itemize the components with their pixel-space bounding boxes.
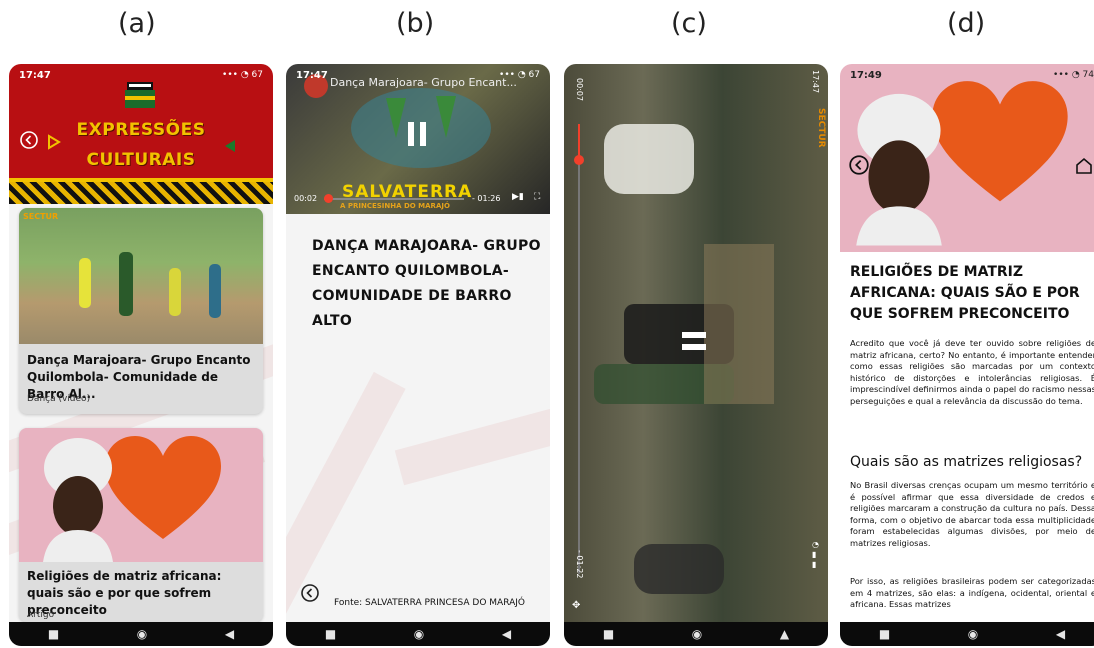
- status-icons: ••• ◔ 67: [222, 70, 263, 80]
- status-icons: ••• ◔ 74: [1053, 70, 1094, 80]
- poster-subtitle: A PRINCESINHA DO MARAJÓ: [340, 202, 450, 210]
- remaining-time: - 01:26: [472, 194, 501, 203]
- back-icon[interactable]: ▲: [780, 627, 789, 641]
- home-icon[interactable]: ◉: [137, 627, 147, 641]
- elapsed-time: 00:02: [294, 194, 318, 203]
- dance-thumbnail: SECTUR: [19, 208, 263, 344]
- article-heading: RELIGIÕES DE MATRIZ AFRICANA: QUAIS SÃO …: [850, 264, 1080, 322]
- green-triangle-right-icon: [225, 140, 235, 152]
- video-page-title: DANÇA MARAJOARA- GRUPO ENCANTO QUILOMBOL…: [312, 238, 541, 329]
- status-time: 17:47: [296, 69, 328, 81]
- home-icon[interactable]: [1074, 156, 1094, 176]
- fullscreen-video[interactable]: 00:07 - 01:22 ✥ 17:47 SECTUR ◔ ▮ ▮: [564, 64, 828, 622]
- recents-icon[interactable]: ■: [325, 627, 336, 641]
- phone-screen-b: Dança Marajoara- Grupo Encant... SALVATE…: [286, 64, 550, 646]
- woman-portrait: [43, 438, 113, 562]
- youtube-logo-icon[interactable]: ▶▮: [512, 192, 524, 202]
- sectur-badge: SECTUR: [816, 108, 826, 148]
- card-title: Religiões de matriz africana: quais são …: [27, 569, 222, 617]
- back-arrow-icon[interactable]: [300, 583, 320, 603]
- article-paragraph-2: No Brasil diversas crenças ocupam um mes…: [850, 480, 1094, 548]
- status-time: 17:47: [811, 70, 820, 94]
- android-nav-bar: ■ ◉ ◀: [286, 622, 550, 646]
- status-time: 17:47: [19, 69, 51, 81]
- back-arrow-icon[interactable]: [19, 130, 39, 150]
- sectur-badge: SECTUR: [23, 212, 59, 221]
- source-text: Fonte: SALVATERRA PRINCESA DO MARAJÓ: [334, 598, 525, 608]
- fullscreen-icon[interactable]: ⛶: [534, 192, 540, 202]
- back-icon[interactable]: ◀: [502, 627, 511, 641]
- home-icon[interactable]: ◉: [692, 627, 702, 641]
- status-icons: ••• ◔ 67: [499, 70, 540, 80]
- seek-bar[interactable]: [324, 194, 464, 203]
- panel-label-c: (c): [671, 8, 707, 39]
- status-icons-rotated: ◔ ▮ ▮: [812, 540, 819, 569]
- recents-icon[interactable]: ■: [879, 627, 890, 641]
- panel-label-b: (b): [396, 8, 435, 39]
- article-subheading: Quais são as matrizes religiosas?: [850, 454, 1083, 470]
- phone-screen-a: EXPRESSÕES CULTURAIS 17:47 ••• ◔ 67 SECT…: [9, 64, 273, 646]
- status-bar: 17:49 ••• ◔ 74: [840, 64, 1094, 86]
- video-player[interactable]: Dança Marajoara- Grupo Encant... SALVATE…: [286, 64, 550, 214]
- card-subtitle: Dança (vídeo): [27, 394, 91, 404]
- android-nav-bar: ■ ◉ ◀: [840, 622, 1094, 646]
- header-zigzag-border: [9, 182, 273, 204]
- pause-icon[interactable]: [408, 122, 426, 146]
- phone-screen-d: 17:49 ••• ◔ 74 RELIGIÕES DE MATRIZ AFRIC…: [840, 64, 1094, 646]
- article-hero-image: [840, 64, 1094, 252]
- content-card-religions[interactable]: Religiões de matriz africana: quais são …: [19, 428, 263, 622]
- home-icon[interactable]: ◉: [968, 627, 978, 641]
- status-bar: 17:47 ••• ◔ 67: [9, 64, 273, 86]
- recents-icon[interactable]: ■: [48, 627, 59, 641]
- status-bar: 17:47 ••• ◔ 67: [286, 64, 550, 86]
- pause-icon[interactable]: [682, 332, 706, 350]
- panel-label-d: (d): [947, 8, 986, 39]
- back-icon[interactable]: ◀: [225, 627, 234, 641]
- article-paragraph-3: Por isso, as religiões brasileiras podem…: [850, 576, 1094, 609]
- home-icon[interactable]: ◉: [414, 627, 424, 641]
- card-subtitle: Artigo: [27, 610, 55, 620]
- phone-screen-c: 00:07 - 01:22 ✥ 17:47 SECTUR ◔ ▮ ▮ ■ ◉ ▲: [564, 64, 828, 646]
- android-nav-bar: ■ ◉ ◀: [9, 622, 273, 646]
- back-icon[interactable]: ◀: [1056, 627, 1065, 641]
- exit-fullscreen-icon[interactable]: ✥: [572, 600, 580, 611]
- android-nav-bar: ■ ◉ ▲: [564, 622, 828, 646]
- recents-icon[interactable]: ■: [603, 627, 614, 641]
- elapsed-time: 00:07: [575, 78, 584, 102]
- gold-triangle-left-icon: [48, 134, 61, 150]
- content-card-dance[interactable]: SECTUR Dança Marajoara- Grupo Encanto Qu…: [19, 208, 263, 414]
- seek-knob[interactable]: [574, 155, 584, 165]
- seek-bar-vertical[interactable]: [574, 124, 584, 574]
- panel-label-a: (a): [118, 8, 156, 39]
- back-arrow-icon[interactable]: [848, 154, 870, 176]
- seek-knob[interactable]: [324, 194, 334, 203]
- status-time: 17:49: [850, 69, 882, 81]
- religions-thumbnail: [19, 428, 263, 562]
- remaining-time: - 01:22: [575, 550, 584, 579]
- article-paragraph-1: Acredito que você já deve ter ouvido sob…: [850, 338, 1094, 406]
